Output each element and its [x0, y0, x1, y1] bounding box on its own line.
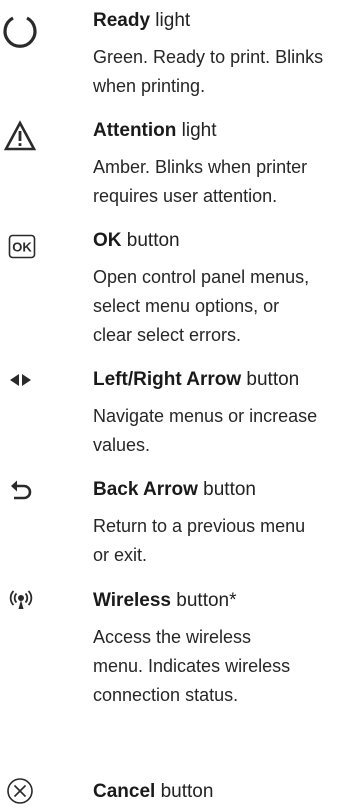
entry-description: Access the wireless menu. Indicates wire…: [93, 623, 363, 710]
ready-light-icon: [0, 10, 40, 50]
entry-title-bold: Back Arrow: [93, 479, 198, 500]
entry-title-rest: button: [155, 781, 214, 802]
entry-title: Cancel button: [93, 779, 213, 805]
desc-line: Open control panel menus,: [93, 267, 310, 287]
entry-title-bold: Left/Right Arrow: [93, 369, 242, 390]
desc-line: or exit.: [93, 545, 148, 565]
left-right-arrow-icon: [0, 360, 40, 400]
entry-title-rest: button: [121, 230, 180, 251]
entry-title: OK button: [93, 228, 180, 254]
wireless-icon: [0, 581, 40, 621]
entry-title-rest: light: [150, 10, 191, 31]
entry-description: Amber. Blinks when printer requires user…: [93, 153, 363, 211]
desc-line: when printing.: [93, 76, 206, 96]
ok-icon-label: OK: [12, 240, 32, 255]
ok-button-icon: OK: [0, 226, 40, 266]
entry-title-bold: Cancel: [93, 781, 156, 802]
cancel-icon: [0, 771, 40, 811]
desc-line: Green. Ready to print. Blinks: [93, 47, 324, 67]
desc-line: values.: [93, 435, 151, 455]
entry-description: Return to a previous menu or exit.: [93, 512, 363, 570]
entry-title: Wireless button*: [93, 588, 237, 614]
entry-title-rest: button: [197, 479, 256, 500]
entry-title-bold: OK: [93, 230, 122, 251]
entry-title: Left/Right Arrow button: [93, 367, 299, 393]
entry-title: Back Arrow button: [93, 477, 256, 503]
desc-line: Access the wireless: [93, 627, 252, 647]
entry-title-bold: Attention: [93, 120, 177, 141]
desc-line: requires user attention.: [93, 186, 278, 206]
entry-title-rest: button*: [171, 590, 237, 611]
desc-line: clear select errors.: [93, 325, 242, 345]
entry-description: Navigate menus or increase values.: [93, 402, 363, 460]
entry-title: Ready light: [93, 8, 190, 34]
desc-line: connection status.: [93, 685, 239, 705]
entry-title-rest: light: [176, 120, 217, 141]
desc-line: select menu options, or: [93, 296, 280, 316]
desc-line: Return to a previous menu: [93, 516, 306, 536]
entry-title: Attention light: [93, 118, 217, 144]
attention-light-icon: [0, 116, 40, 156]
desc-line: menu. Indicates wireless: [93, 656, 291, 676]
entry-description: Green. Ready to print. Blinks when print…: [93, 43, 363, 101]
entry-title-bold: Ready: [93, 10, 151, 31]
entry-description: Open control panel menus, select menu op…: [93, 263, 363, 350]
entry-title-bold: Wireless: [93, 590, 171, 611]
desc-line: Navigate menus or increase: [93, 406, 318, 426]
back-arrow-icon: [0, 470, 40, 510]
entry-title-rest: button: [241, 369, 300, 390]
desc-line: Amber. Blinks when printer: [93, 157, 308, 177]
